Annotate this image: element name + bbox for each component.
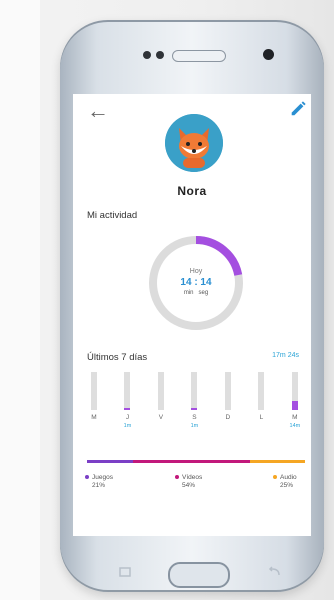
legend-percent: 25% [280, 482, 294, 489]
edit-pencil-icon[interactable] [289, 100, 307, 118]
fox-avatar [165, 114, 223, 172]
day-bar-fill [124, 408, 131, 410]
time-units: min seg [183, 290, 209, 296]
category-segment [250, 460, 305, 463]
day-bar [157, 372, 164, 410]
legend-label: Audio [280, 474, 297, 481]
day-label: J [125, 414, 130, 421]
category-segment [132, 460, 251, 463]
day-bar [124, 372, 131, 410]
day-bar-fill [191, 408, 198, 410]
day-value: 1m [123, 423, 132, 429]
legend-percent: 54% [182, 482, 196, 489]
category-segment [87, 460, 133, 463]
today-time: 14 : 14 [180, 277, 212, 288]
earpiece-speaker [172, 50, 226, 62]
recent-apps-key-icon[interactable] [118, 566, 132, 578]
day-bar [191, 372, 198, 410]
legend-item: Vídeos 54% [175, 474, 202, 489]
day-label: M [91, 414, 97, 421]
phone-device: ← Nora Mi actividad Hoy 14: 14 min seg … [60, 20, 324, 592]
day-value: 1m [190, 423, 199, 429]
proximity-sensor [156, 51, 164, 59]
home-button[interactable] [168, 562, 230, 588]
day-label: L [259, 414, 264, 421]
legend-item: Audio 25% [273, 474, 297, 489]
legend-label: Vídeos [182, 474, 203, 481]
activity-ring-label: Hoy 14 : 14 min seg [145, 232, 247, 334]
background-strip [0, 0, 40, 600]
legend-percent: 21% [92, 482, 106, 489]
back-arrow-icon[interactable]: ← [87, 98, 109, 124]
day-label: V [158, 414, 164, 421]
front-camera [143, 51, 151, 59]
category-split-bar [87, 460, 305, 463]
day-bar-fill [291, 400, 298, 410]
day-label: S [192, 414, 197, 421]
day-label: D [225, 414, 231, 421]
today-label: Hoy [189, 268, 203, 275]
day-value: 14m [289, 423, 301, 429]
day-bar [291, 372, 298, 410]
weekly-section-title: Últimos 7 días [87, 352, 148, 363]
legend-label: Juegos [92, 474, 113, 481]
legend-item: Juegos 21% [85, 474, 113, 489]
legend-dot-icon [85, 475, 89, 480]
camera-lens [263, 49, 274, 60]
day-bar [258, 372, 265, 410]
app-screen: ← Nora Mi actividad Hoy 14: 14 min seg … [73, 94, 311, 536]
back-key-icon[interactable] [267, 566, 281, 578]
weekly-bar-chart: M J 1m V S 1m D L M 14m [87, 372, 303, 442]
day-label: M [292, 414, 298, 421]
day-bar [91, 372, 97, 410]
legend-dot-icon [175, 475, 179, 480]
legend-dot-icon [273, 475, 277, 480]
activity-section-title: Mi actividad [87, 210, 138, 221]
weekly-total: 17m 24s [272, 352, 299, 359]
day-bar [224, 372, 231, 410]
child-name: Nora [177, 184, 207, 198]
